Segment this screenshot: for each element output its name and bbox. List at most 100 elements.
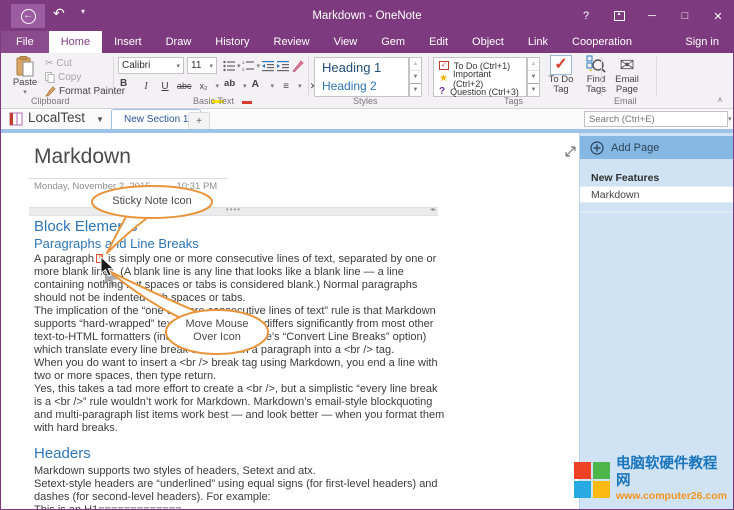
gallery-more-icon[interactable]: ▼ <box>528 83 539 96</box>
logo-red-square <box>574 462 591 479</box>
chevron-down-icon: ▼ <box>96 115 104 124</box>
fullpage-view-icon[interactable] <box>564 145 577 158</box>
tags-gallery: ✓To Do (Ctrl+1) ★Important (Ctrl+2) ?Que… <box>433 57 527 97</box>
find-tags-button[interactable]: Find Tags <box>580 55 612 95</box>
watermark-title: 电脑软硬件教程网 <box>616 456 727 490</box>
search-box: ▾ <box>584 111 728 127</box>
paragraph-text: This is an H1============= <box>34 504 446 509</box>
group-divider <box>308 57 309 96</box>
chevron-down-icon: ▾ <box>243 82 247 90</box>
bullet-list-button[interactable] <box>222 58 236 74</box>
page-canvas[interactable]: Markdown Monday, November 2, 201510:31 P… <box>1 133 579 509</box>
tab-cooperation[interactable]: Cooperation <box>560 31 644 53</box>
paragraph-align-button[interactable]: ≡ <box>279 78 293 94</box>
note-container-handle[interactable]: •••• ◂▸ <box>29 207 438 216</box>
scroll-up-icon[interactable]: ▲ <box>410 58 421 70</box>
todo-check-icon: ✓ <box>439 61 449 70</box>
styles-gallery: Heading 1 Heading 2 <box>314 57 409 97</box>
maximize-button[interactable]: □ <box>670 1 700 31</box>
styles-group-label: Styles <box>353 96 378 106</box>
increase-indent-button[interactable] <box>276 58 290 74</box>
svg-text:1: 1 <box>242 60 245 65</box>
tab-insert[interactable]: Insert <box>102 31 154 53</box>
decrease-indent-button[interactable] <box>261 58 275 74</box>
email-page-button[interactable]: ✉ Email Page <box>609 55 645 95</box>
tab-object[interactable]: Object <box>460 31 516 53</box>
group-divider <box>428 57 429 96</box>
search-input[interactable] <box>585 114 725 125</box>
font-size-combo[interactable]: 11▾ <box>187 57 217 74</box>
ribbon: Paste ▾ ✂Cut Copy Format Painter Clipboa… <box>1 53 733 109</box>
content-heading-headers: Headers <box>34 445 446 463</box>
ribbon-display-options-button[interactable]: ▴ <box>604 1 634 31</box>
style-heading2[interactable]: Heading 2 <box>315 77 408 96</box>
numbered-list-button[interactable]: 12 <box>242 58 256 74</box>
gallery-more-icon[interactable]: ▼ <box>410 83 421 96</box>
tab-draw[interactable]: Draw <box>154 31 204 53</box>
content-heading-paragraphs: Paragraphs and Line Breaks <box>34 236 446 251</box>
logo-yellow-square <box>593 481 610 498</box>
envelope-icon: ✉ <box>619 55 634 75</box>
underline-button[interactable]: U <box>158 78 172 94</box>
tab-file[interactable]: File <box>1 31 49 53</box>
bold-button[interactable]: B <box>120 78 134 94</box>
subscript-button[interactable]: x₂ <box>197 78 211 94</box>
add-page-button[interactable]: Add Page <box>580 136 733 159</box>
copy-button[interactable]: Copy <box>45 72 81 83</box>
tab-review[interactable]: Review <box>262 31 322 53</box>
copy-icon <box>45 72 55 83</box>
todo-tag-icon: ✓ <box>550 55 572 75</box>
minimize-icon: ─ <box>648 10 656 22</box>
tab-edit[interactable]: Edit <box>417 31 460 53</box>
strikethrough-button[interactable]: abc <box>177 78 192 94</box>
minimize-button[interactable]: ─ <box>637 1 667 31</box>
callout-sticky-note-label: Sticky Note Icon <box>96 195 208 208</box>
page-title[interactable]: Markdown <box>34 145 131 169</box>
close-icon: ✕ <box>713 10 722 23</box>
font-name-combo[interactable]: Calibri▾ <box>118 57 184 74</box>
style-heading1[interactable]: Heading 1 <box>315 58 408 77</box>
sign-in-link[interactable]: Sign in <box>671 31 733 53</box>
page-list-sidebar: Add Page New Features Markdown 电脑软硬件教程网 … <box>579 133 733 509</box>
highlight-button[interactable]: ab <box>224 78 238 94</box>
paragraph-text: Markdown supports two styles of headers,… <box>34 465 446 478</box>
plus-circle-icon <box>590 141 604 155</box>
watermark-logo <box>574 462 610 498</box>
close-button[interactable]: ✕ <box>703 1 733 31</box>
group-divider <box>601 57 602 96</box>
scroll-down-icon[interactable]: ▼ <box>528 70 539 83</box>
cut-button[interactable]: ✂Cut <box>45 58 72 69</box>
page-item-markdown[interactable]: Markdown <box>580 186 733 203</box>
indent-icon <box>277 60 290 72</box>
new-section-tab[interactable]: + <box>188 112 210 129</box>
paragraph-text: Setext-style headers are “underlined” us… <box>34 478 446 504</box>
todo-tag-button[interactable]: ✓ To Do Tag <box>544 55 578 95</box>
svg-text:2: 2 <box>242 67 245 72</box>
tab-view[interactable]: View <box>322 31 370 53</box>
tab-history[interactable]: History <box>203 31 261 53</box>
scroll-down-icon[interactable]: ▼ <box>410 70 421 83</box>
chevron-down-icon: ▾ <box>237 62 241 70</box>
help-button[interactable]: ? <box>571 1 601 31</box>
collapse-ribbon-button[interactable]: ∧ <box>717 95 723 104</box>
onenote-window: ← ↶ ▾ Markdown - OneNote ? ▴ ─ □ ✕ File … <box>0 0 734 510</box>
pink-brush-icon <box>292 60 304 72</box>
search-scope-dropdown[interactable]: ▾ <box>728 115 732 123</box>
basic-text-group-label: Basic Text <box>193 96 234 106</box>
scroll-up-icon[interactable]: ▲ <box>528 58 539 70</box>
tag-important[interactable]: ★Important (Ctrl+2) <box>434 72 526 85</box>
chevron-up-icon: ∧ <box>717 95 723 104</box>
notebook-dropdown[interactable]: LocalTest <box>28 110 85 125</box>
tab-link[interactable]: Link <box>516 31 560 53</box>
logo-green-square <box>593 462 610 479</box>
tags-group-label: Tags <box>504 96 523 106</box>
tab-gem[interactable]: Gem <box>369 31 417 53</box>
font-color-button[interactable]: A <box>252 78 266 94</box>
page-item-new-features[interactable]: New Features <box>580 169 733 186</box>
email-group-label: Email <box>614 96 637 106</box>
tab-home[interactable]: Home <box>49 31 102 53</box>
paste-button[interactable]: Paste ▾ <box>9 56 41 98</box>
styles-brush-button[interactable] <box>291 58 305 74</box>
italic-button[interactable]: I <box>139 78 153 94</box>
numbered-list-icon: 12 <box>242 60 255 72</box>
